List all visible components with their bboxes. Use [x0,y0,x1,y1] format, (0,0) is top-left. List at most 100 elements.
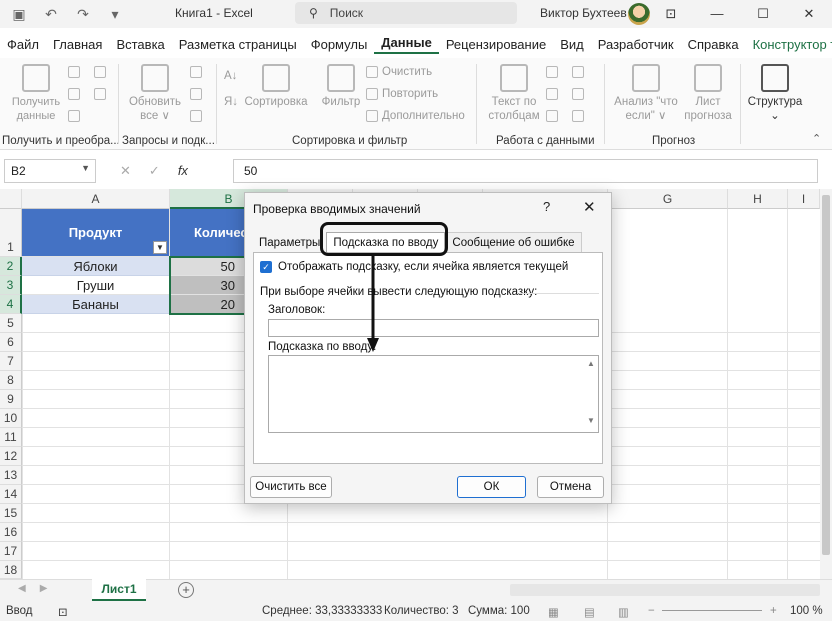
row-header[interactable]: 9 [0,390,22,409]
column-header[interactable]: G [608,189,728,209]
next-sheet-icon[interactable]: ▶ [40,583,48,594]
enter-icon[interactable]: ✓ [149,163,160,179]
row-header[interactable]: 4 [0,295,22,314]
sort-za-button[interactable]: Я↓ [224,96,238,108]
cancel-button[interactable]: Отмена [537,476,604,498]
filter-button[interactable]: Фильтр [318,64,364,109]
sort-button[interactable]: Сортировка [244,64,308,109]
tab-insert[interactable]: Вставка [109,37,171,52]
recent-sources-button[interactable] [94,66,106,78]
tab-help[interactable]: Справка [681,37,746,52]
select-all-corner[interactable] [0,189,22,209]
help-icon[interactable]: ? [543,199,550,214]
view-normal-icon[interactable]: ▦ [548,605,559,619]
insert-function-icon[interactable]: fx [178,163,188,179]
name-box[interactable]: B2 ▼ [4,159,96,183]
prev-sheet-icon[interactable]: ◀ [18,583,26,594]
reapply-button[interactable]: Повторить [366,88,438,100]
save-icon[interactable]: ▣ [10,6,28,23]
what-if-button[interactable]: Анализ "что если" ∨ [612,64,680,123]
row-header[interactable]: 2 [0,257,22,276]
table-cell[interactable]: Груши [22,276,170,295]
vertical-scrollbar[interactable] [820,189,832,579]
existing-connections-button[interactable] [94,88,106,100]
column-header[interactable]: A [22,189,170,209]
advanced-filter-button[interactable]: Дополнительно [366,110,465,122]
tab-home[interactable]: Главная [46,37,109,52]
scroll-up-icon[interactable]: ▲ [584,356,598,368]
row-header[interactable]: 13 [0,466,22,485]
horizontal-scrollbar[interactable] [510,584,820,596]
row-header[interactable]: 10 [0,409,22,428]
cancel-icon[interactable]: ✕ [120,163,131,179]
forecast-sheet-button[interactable]: Лист прогноза [682,64,734,123]
row-header[interactable]: 11 [0,428,22,447]
title-input[interactable] [268,319,599,337]
tab-table-design[interactable]: Конструктор та [746,37,832,52]
avatar[interactable] [628,3,650,25]
table-header-cell[interactable]: Продукт ▼ [22,209,170,257]
row-header[interactable]: 17 [0,542,22,561]
row-header[interactable]: 7 [0,352,22,371]
queries-button[interactable] [190,66,202,78]
view-pagebreak-icon[interactable]: ▥ [618,605,629,619]
customize-qat-icon[interactable]: ▾ [106,6,124,23]
tab-formulas[interactable]: Формулы [304,37,375,52]
row-header[interactable]: 14 [0,485,22,504]
filter-dropdown-icon[interactable]: ▼ [153,241,167,254]
get-data-button[interactable]: Получить данные [8,64,64,123]
maximize-icon[interactable]: ☐ [740,0,786,28]
tab-review[interactable]: Рецензирование [439,37,553,52]
tab-settings[interactable]: Параметры [253,233,326,253]
redo-icon[interactable]: ↷ [74,6,92,23]
properties-button[interactable] [190,88,202,100]
table-cell[interactable]: Яблоки [22,257,170,276]
from-web-button[interactable] [68,88,80,100]
clear-filter-button[interactable]: Очистить [366,66,432,78]
zoom-out-icon[interactable]: − [648,605,655,617]
data-validation-button[interactable] [546,110,558,122]
collapse-ribbon-icon[interactable]: ⌃ [812,132,821,145]
ok-button[interactable]: ОК [457,476,526,498]
tab-data[interactable]: Данные [374,35,439,54]
consolidate-button[interactable] [572,66,584,78]
tab-error-alert[interactable]: Сообщение об ошибке [445,232,582,253]
minimize-icon[interactable]: — [694,0,740,28]
row-header[interactable]: 3 [0,276,22,295]
close-icon[interactable]: ✕ [583,198,596,216]
scroll-thumb[interactable] [822,195,830,555]
search-box[interactable]: ⚲ Поиск [295,2,517,24]
tab-developer[interactable]: Разработчик [591,37,681,52]
ribbon-display-icon[interactable]: ⊡ [648,0,694,28]
row-header[interactable]: 15 [0,504,22,523]
row-header[interactable]: 12 [0,447,22,466]
flash-fill-button[interactable] [546,66,558,78]
from-table-button[interactable] [68,110,80,122]
show-input-message-checkbox[interactable]: ✓ Отображать подсказку, если ячейка явля… [260,261,568,273]
zoom-level[interactable]: 100 % [790,605,823,617]
tab-file[interactable]: Файл [0,37,46,52]
message-textarea[interactable]: ▲ ▼ [268,355,599,433]
row-header[interactable]: 5 [0,314,22,333]
edit-links-button[interactable] [190,110,202,122]
refresh-all-button[interactable]: Обновить все ∨ [126,64,184,123]
row-header[interactable]: 16 [0,523,22,542]
view-layout-icon[interactable]: ▤ [584,605,595,619]
row-header[interactable]: 8 [0,371,22,390]
user-name[interactable]: Виктор Бухтеев [540,6,627,20]
add-sheet-icon[interactable]: + [178,582,194,598]
scroll-down-icon[interactable]: ▼ [584,368,598,425]
formula-input[interactable]: 50 [233,159,818,183]
row-header[interactable]: 6 [0,333,22,352]
close-window-icon[interactable]: ✕ [786,0,832,28]
zoom-in-icon[interactable]: + [770,605,777,617]
row-header[interactable]: 18 [0,561,22,579]
zoom-slider[interactable] [662,610,762,611]
column-header[interactable]: I [788,189,820,209]
outline-button[interactable]: Структура ⌄ [744,64,806,123]
row-header[interactable]: 1 [0,209,22,257]
clear-all-button[interactable]: Очистить все [250,476,332,498]
text-to-columns-button[interactable]: Текст по столбцам [486,64,542,123]
sheet-tab[interactable]: Лист1 [92,579,146,601]
tab-view[interactable]: Вид [553,37,591,52]
